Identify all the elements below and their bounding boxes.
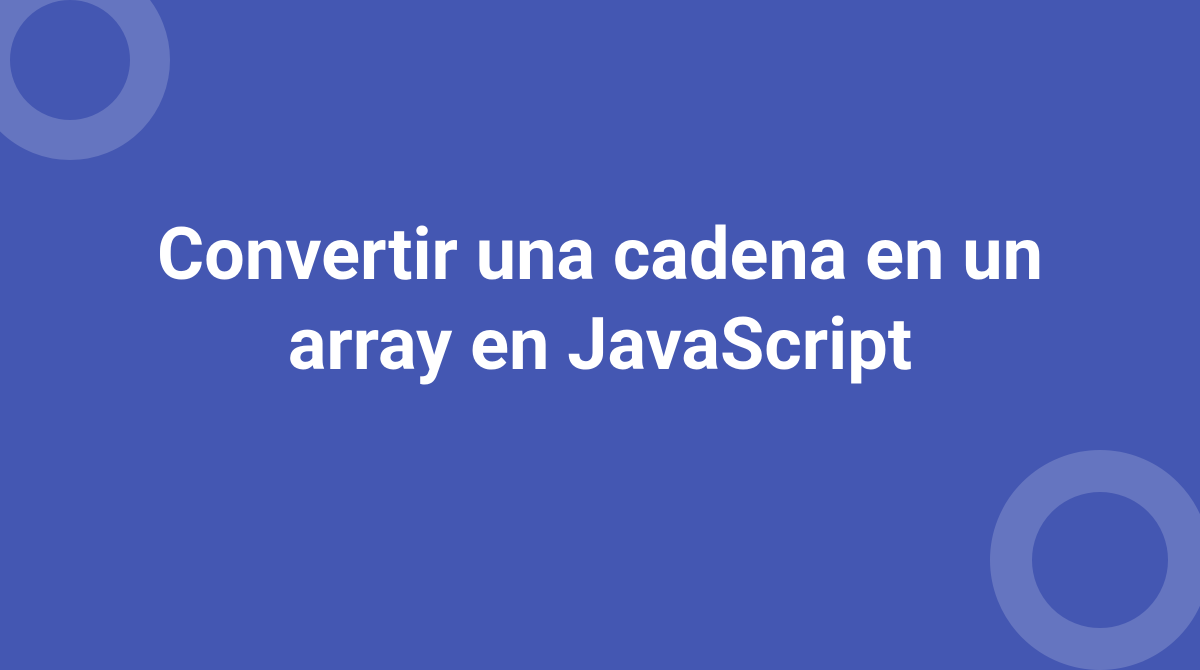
- page-title: Convertir una cadena en un array en Java…: [150, 210, 1050, 390]
- decorative-ring-top-left: [0, 0, 170, 160]
- decorative-ring-bottom-right: [990, 450, 1200, 670]
